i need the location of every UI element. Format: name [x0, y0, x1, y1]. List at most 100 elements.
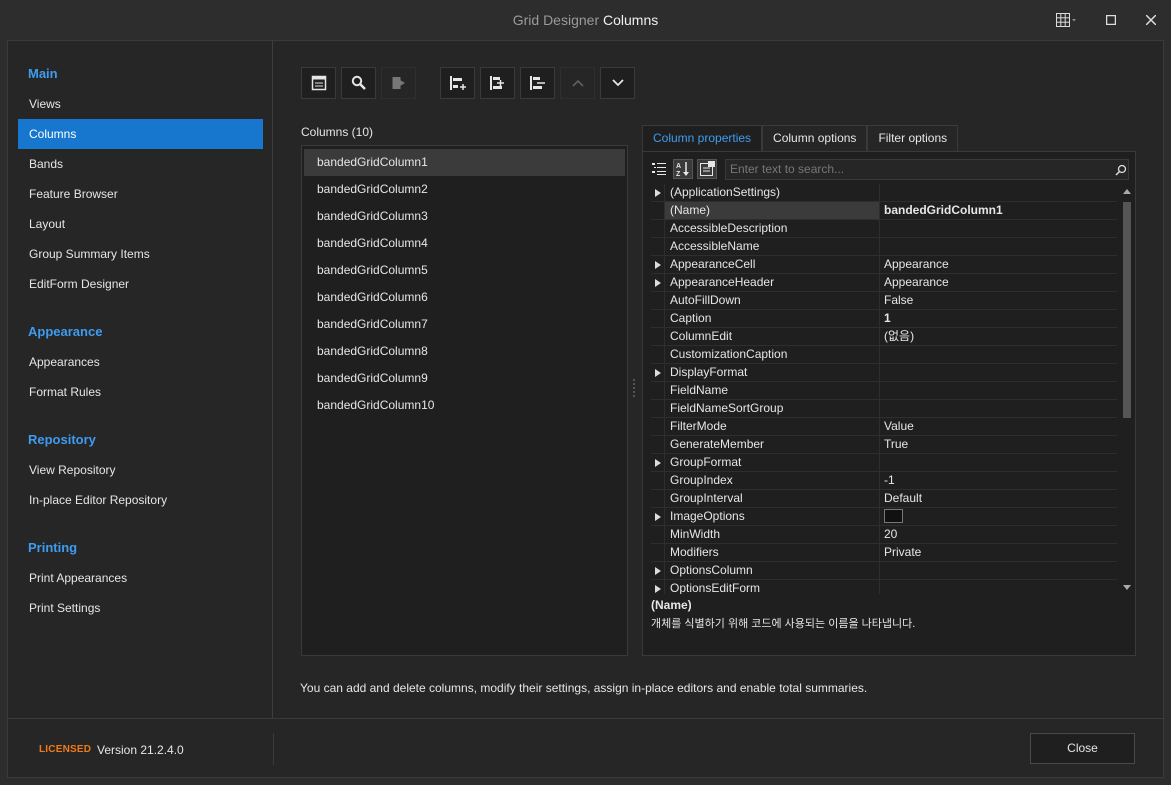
- sidebar-item-print-settings[interactable]: Print Settings: [18, 593, 263, 623]
- scrollbar-thumb[interactable]: [1123, 202, 1131, 418]
- property-row[interactable]: GenerateMember True: [651, 436, 1117, 454]
- property-value[interactable]: [880, 346, 1117, 363]
- property-value[interactable]: [880, 184, 1117, 201]
- sidebar-item-feature-browser[interactable]: Feature Browser: [18, 179, 263, 209]
- property-search-input[interactable]: Enter text to search...: [725, 159, 1129, 180]
- property-value[interactable]: Appearance: [880, 256, 1117, 273]
- property-row[interactable]: AccessibleDescription: [651, 220, 1117, 238]
- property-row[interactable]: AccessibleName: [651, 238, 1117, 256]
- property-row[interactable]: (ApplicationSettings): [651, 184, 1117, 202]
- property-row[interactable]: (Name) bandedGridColumn1: [651, 202, 1117, 220]
- maximize-button[interactable]: [1091, 0, 1131, 40]
- column-list-item[interactable]: bandedGridColumn8: [304, 338, 625, 365]
- property-value[interactable]: Default: [880, 490, 1117, 507]
- sidebar-item-appearances[interactable]: Appearances: [18, 347, 263, 377]
- property-row[interactable]: Caption 1: [651, 310, 1117, 328]
- expand-arrow-icon[interactable]: [651, 562, 665, 579]
- tab-filter-options[interactable]: Filter options: [867, 125, 959, 151]
- expand-arrow-icon[interactable]: [651, 364, 665, 381]
- property-row[interactable]: MinWidth 20: [651, 526, 1117, 544]
- sidebar-item-views[interactable]: Views: [18, 89, 263, 119]
- insert-column-button[interactable]: [480, 67, 515, 99]
- property-row[interactable]: GroupFormat: [651, 454, 1117, 472]
- sidebar-item-format-rules[interactable]: Format Rules: [18, 377, 263, 407]
- scroll-up-icon[interactable]: [1121, 184, 1133, 198]
- property-value[interactable]: [880, 454, 1117, 471]
- property-row[interactable]: CustomizationCaption: [651, 346, 1117, 364]
- property-value[interactable]: bandedGridColumn1: [880, 202, 1117, 219]
- property-value[interactable]: 20: [880, 526, 1117, 543]
- column-list-item[interactable]: bandedGridColumn5: [304, 257, 625, 284]
- move-down-button[interactable]: [600, 67, 635, 99]
- column-list-item[interactable]: bandedGridColumn3: [304, 203, 625, 230]
- sidebar-item-print-appearances[interactable]: Print Appearances: [18, 563, 263, 593]
- property-row[interactable]: FilterMode Value: [651, 418, 1117, 436]
- property-row[interactable]: ColumnEdit (없음): [651, 328, 1117, 346]
- sidebar-item-view-repository[interactable]: View Repository: [18, 455, 263, 485]
- sidebar-item-columns[interactable]: Columns: [18, 119, 263, 149]
- property-value[interactable]: [880, 580, 1117, 594]
- tab-column-options[interactable]: Column options: [762, 125, 868, 151]
- expand-arrow-icon[interactable]: [651, 256, 665, 273]
- property-value[interactable]: Appearance: [880, 274, 1117, 291]
- column-list-item[interactable]: bandedGridColumn9: [304, 365, 625, 392]
- column-list-item[interactable]: bandedGridColumn7: [304, 311, 625, 338]
- property-value[interactable]: [880, 364, 1117, 381]
- property-value[interactable]: False: [880, 292, 1117, 309]
- move-up-button[interactable]: [560, 67, 595, 99]
- expand-arrow-icon[interactable]: [651, 454, 665, 471]
- add-column-button[interactable]: [440, 67, 475, 99]
- property-row[interactable]: AppearanceCell Appearance: [651, 256, 1117, 274]
- retrieve-fields-button[interactable]: [341, 67, 376, 99]
- column-list-item[interactable]: bandedGridColumn6: [304, 284, 625, 311]
- scroll-down-icon[interactable]: [1121, 580, 1133, 594]
- column-list-item[interactable]: bandedGridColumn4: [304, 230, 625, 257]
- property-value[interactable]: True: [880, 436, 1117, 453]
- retrieve-details-button[interactable]: [381, 67, 416, 99]
- property-value[interactable]: [880, 508, 1117, 525]
- sidebar-item-in-place-editor-repository[interactable]: In-place Editor Repository: [18, 485, 263, 515]
- property-row[interactable]: DisplayFormat: [651, 364, 1117, 382]
- property-value[interactable]: Value: [880, 418, 1117, 435]
- property-row[interactable]: AutoFillDown False: [651, 292, 1117, 310]
- property-row[interactable]: Modifiers Private: [651, 544, 1117, 562]
- property-grid[interactable]: (ApplicationSettings) (Name) bandedGridCo…: [651, 184, 1117, 594]
- close-button[interactable]: Close: [1030, 733, 1135, 764]
- alphabetical-button[interactable]: A Z: [673, 159, 693, 179]
- property-value[interactable]: [880, 238, 1117, 255]
- property-row[interactable]: OptionsEditForm: [651, 580, 1117, 594]
- property-row[interactable]: AppearanceHeader Appearance: [651, 274, 1117, 292]
- skin-menu-button[interactable]: [1041, 0, 1091, 40]
- tab-column-properties[interactable]: Column properties: [642, 125, 763, 151]
- property-row[interactable]: ImageOptions: [651, 508, 1117, 526]
- property-value[interactable]: [880, 382, 1117, 399]
- property-value[interactable]: [880, 562, 1117, 579]
- sidebar-item-layout[interactable]: Layout: [18, 209, 263, 239]
- column-list-item[interactable]: bandedGridColumn2: [304, 176, 625, 203]
- property-value[interactable]: -1: [880, 472, 1117, 489]
- sidebar-item-bands[interactable]: Bands: [18, 149, 263, 179]
- columns-list[interactable]: bandedGridColumn1 bandedGridColumn2 band…: [301, 145, 628, 656]
- property-value[interactable]: [880, 220, 1117, 237]
- property-row[interactable]: GroupIndex -1: [651, 472, 1117, 490]
- splitter-handle[interactable]: [633, 379, 637, 399]
- expand-arrow-icon[interactable]: [651, 580, 665, 594]
- column-list-item[interactable]: bandedGridColumn10: [304, 392, 625, 419]
- expand-arrow-icon[interactable]: [651, 508, 665, 525]
- property-row[interactable]: GroupInterval Default: [651, 490, 1117, 508]
- remove-column-button[interactable]: [520, 67, 555, 99]
- close-window-button[interactable]: [1131, 0, 1171, 40]
- property-value[interactable]: 1: [880, 310, 1117, 327]
- property-value[interactable]: (없음): [880, 328, 1117, 345]
- column-list-item[interactable]: bandedGridColumn1: [304, 149, 625, 176]
- sidebar-item-editform-designer[interactable]: EditForm Designer: [18, 269, 263, 299]
- categorized-button[interactable]: [649, 159, 669, 179]
- property-row[interactable]: FieldNameSortGroup: [651, 400, 1117, 418]
- property-row[interactable]: FieldName: [651, 382, 1117, 400]
- property-grid-scrollbar[interactable]: [1121, 184, 1133, 594]
- property-pages-button[interactable]: [697, 159, 717, 179]
- show-customization-button[interactable]: [301, 67, 336, 99]
- property-row[interactable]: OptionsColumn: [651, 562, 1117, 580]
- sidebar-item-group-summary-items[interactable]: Group Summary Items: [18, 239, 263, 269]
- expand-arrow-icon[interactable]: [651, 274, 665, 291]
